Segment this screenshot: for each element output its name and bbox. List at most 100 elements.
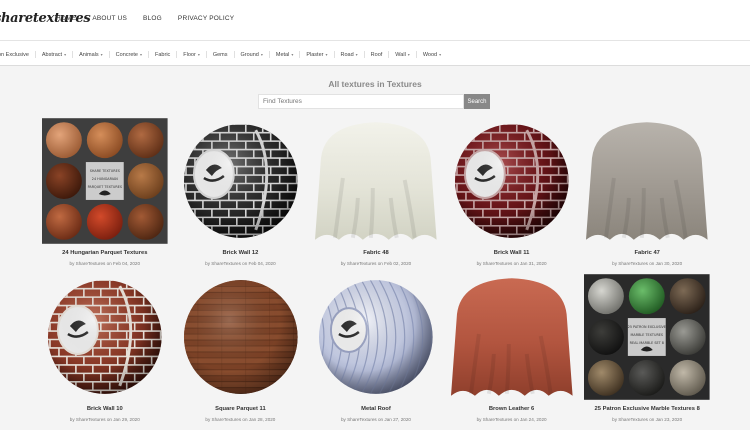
- texture-meta: by ShareTextures on Feb 04, 2020: [69, 261, 141, 266]
- svg-text:MARBLE TEXTURES: MARBLE TEXTURES: [631, 333, 664, 337]
- category-label: Concrete: [115, 51, 138, 58]
- texture-meta: by ShareTextures on Jan 27, 2020: [340, 417, 411, 422]
- texture-card[interactable]: 25 PATRON EXCLUSIVE MARBLE TEXTURES REAL M…: [584, 274, 710, 430]
- search-form: Search: [258, 94, 490, 109]
- texture-title[interactable]: Brick Wall 12: [178, 250, 304, 256]
- chevron-down-icon: ▾: [260, 52, 263, 57]
- texture-title[interactable]: Brick Wall 11: [449, 250, 575, 256]
- category-animals[interactable]: Animals ▾: [73, 51, 110, 58]
- texture-title[interactable]: Brick Wall 10: [42, 406, 168, 412]
- search-button[interactable]: Search: [464, 94, 490, 109]
- category-label: Gems: [212, 51, 228, 58]
- texture-thumbnail[interactable]: [177, 118, 304, 244]
- category-plaster[interactable]: Plaster ▾: [300, 51, 335, 58]
- category-label: on Exclusive: [0, 51, 29, 58]
- texture-preview-image: SHARE TEXTURES 24 HUNGARIAN PARQUET TEXTUR…: [42, 118, 168, 244]
- category-label: Animals: [79, 51, 99, 58]
- texture-title[interactable]: Metal Roof: [313, 406, 439, 412]
- texture-card[interactable]: Fabric 47 by ShareTextures on Jan 30, 202…: [584, 118, 710, 274]
- texture-preview-image: [448, 274, 575, 400]
- category-label: Plaster: [306, 51, 324, 58]
- svg-text:24 HUNGARIAN: 24 HUNGARIAN: [92, 177, 118, 181]
- texture-title[interactable]: Fabric 48: [313, 250, 439, 256]
- category-label: Abstract: [41, 51, 63, 58]
- category-metal[interactable]: Metal ▾: [270, 51, 301, 58]
- category-wall[interactable]: Wall ▾: [389, 51, 417, 58]
- category-fabric[interactable]: Fabric: [149, 51, 178, 58]
- texture-thumbnail[interactable]: [584, 118, 710, 244]
- chevron-down-icon: ▾: [140, 52, 143, 57]
- chevron-down-icon: ▾: [291, 52, 294, 57]
- texture-thumbnail[interactable]: [313, 118, 439, 244]
- texture-thumbnail[interactable]: [177, 274, 304, 400]
- category-gems[interactable]: Gems: [207, 51, 235, 58]
- category-roof[interactable]: Roof: [365, 51, 390, 58]
- texture-preview-image: [313, 274, 439, 400]
- page-title: All textures in Textures: [328, 79, 422, 89]
- texture-meta: by ShareTextures on Jan 29, 2020: [69, 417, 140, 422]
- texture-thumbnail[interactable]: SHARE TEXTURES 24 HUNGARIAN PARQUET TEXTUR…: [42, 118, 168, 244]
- svg-text:SHARE TEXTURES: SHARE TEXTURES: [90, 169, 120, 173]
- texture-title[interactable]: Fabric 47: [584, 250, 710, 256]
- category-list: on Exclusive Abstract ▾ Animals ▾ Concrete ▾ Fa…: [0, 51, 447, 58]
- chevron-down-icon: ▾: [407, 52, 410, 57]
- chevron-down-icon: ▾: [100, 52, 103, 57]
- texture-card[interactable]: Fabric 48 by ShareTextures on Feb 02, 202…: [313, 118, 439, 274]
- chevron-down-icon: ▾: [439, 52, 442, 57]
- category-ground[interactable]: Ground ▾: [235, 51, 270, 58]
- nav-about-us[interactable]: ABOUT US: [92, 15, 127, 22]
- nav-privacy-policy[interactable]: PRIVACY POLICY: [178, 15, 234, 22]
- category-label: Fabric: [155, 51, 171, 58]
- category-label: Road: [340, 51, 354, 58]
- category-concrete[interactable]: Concrete ▾: [110, 51, 150, 58]
- chevron-down-icon: ▾: [355, 52, 358, 57]
- texture-title[interactable]: 25 Patron Exclusive Marble Textures 8: [584, 406, 710, 412]
- texture-meta: by ShareTextures on Jan 31, 2020: [476, 261, 547, 266]
- texture-card[interactable]: Brick Wall 12 by ShareTextures on Feb 04,…: [177, 118, 304, 274]
- texture-meta: by ShareTextures on Jan 24, 2020: [476, 417, 547, 422]
- texture-thumbnail[interactable]: [313, 274, 439, 400]
- texture-thumbnail[interactable]: [42, 274, 168, 400]
- category-road[interactable]: Road ▾: [335, 51, 365, 58]
- texture-card[interactable]: Square Parquet 11 by ShareTextures on Jan…: [177, 274, 304, 430]
- texture-meta: by ShareTextures on Jan 30, 2020: [612, 261, 683, 266]
- texture-card[interactable]: Brick Wall 11 by ShareTextures on Jan 31,…: [448, 118, 575, 274]
- texture-preview-image: [313, 118, 439, 244]
- category-label: Metal: [275, 51, 290, 58]
- main-nav: HOME ABOUT US BLOG PRIVACY POLICY: [56, 15, 250, 22]
- texture-card[interactable]: SHARE TEXTURES 24 HUNGARIAN PARQUET TEXTUR…: [42, 118, 168, 274]
- texture-card[interactable]: Brick Wall 10 by ShareTextures on Jan 29,…: [42, 274, 168, 430]
- texture-thumbnail[interactable]: [448, 118, 575, 244]
- texture-thumbnail[interactable]: [448, 274, 575, 400]
- nav-blog[interactable]: BLOG: [143, 15, 162, 22]
- texture-thumbnail[interactable]: 25 PATRON EXCLUSIVE MARBLE TEXTURES REAL M…: [584, 274, 710, 400]
- category-label: Floor: [183, 51, 196, 58]
- category-label: Ground: [240, 51, 259, 58]
- texture-card[interactable]: Metal Roof by ShareTextures on Jan 27, 20…: [313, 274, 439, 430]
- category-label: Roof: [370, 51, 383, 58]
- texture-meta: by ShareTextures on Jan 23, 2020: [612, 417, 683, 422]
- chevron-down-icon: ▾: [64, 52, 67, 57]
- texture-preview-image: 25 PATRON EXCLUSIVE MARBLE TEXTURES REAL M…: [584, 274, 710, 400]
- search-input[interactable]: [258, 94, 464, 109]
- category-wood[interactable]: Wood ▾: [417, 51, 447, 58]
- texture-title[interactable]: Square Parquet 11: [178, 406, 304, 412]
- texture-card[interactable]: Brown Leather 6 by ShareTextures on Jan 2…: [448, 274, 575, 430]
- texture-title[interactable]: 24 Hungarian Parquet Textures: [42, 250, 168, 256]
- svg-text:REAL MARBLE SET 8: REAL MARBLE SET 8: [630, 341, 664, 345]
- texture-meta: by ShareTextures on Jan 28, 2020: [205, 417, 276, 422]
- category-floor[interactable]: Floor ▾: [177, 51, 207, 58]
- site-header: sharetextures HOME ABOUT US BLOG PRIVACY…: [0, 0, 750, 40]
- texture-preview-image: [177, 274, 304, 400]
- svg-text:PARQUET TEXTURES: PARQUET TEXTURES: [88, 185, 122, 189]
- texture-preview-image: [584, 118, 710, 244]
- chevron-down-icon: ▾: [325, 52, 328, 57]
- texture-preview-image: [448, 118, 575, 244]
- texture-preview-image: [42, 274, 168, 400]
- texture-title[interactable]: Brown Leather 6: [449, 406, 575, 412]
- category-abstract[interactable]: Abstract ▾: [36, 51, 74, 58]
- texture-meta: by ShareTextures on Feb 04, 2020: [205, 261, 276, 266]
- nav-home[interactable]: HOME: [56, 15, 76, 22]
- category-bar: on Exclusive Abstract ▾ Animals ▾ Concrete ▾ Fa…: [0, 40, 750, 66]
- category-on-exclusive[interactable]: on Exclusive: [0, 51, 36, 58]
